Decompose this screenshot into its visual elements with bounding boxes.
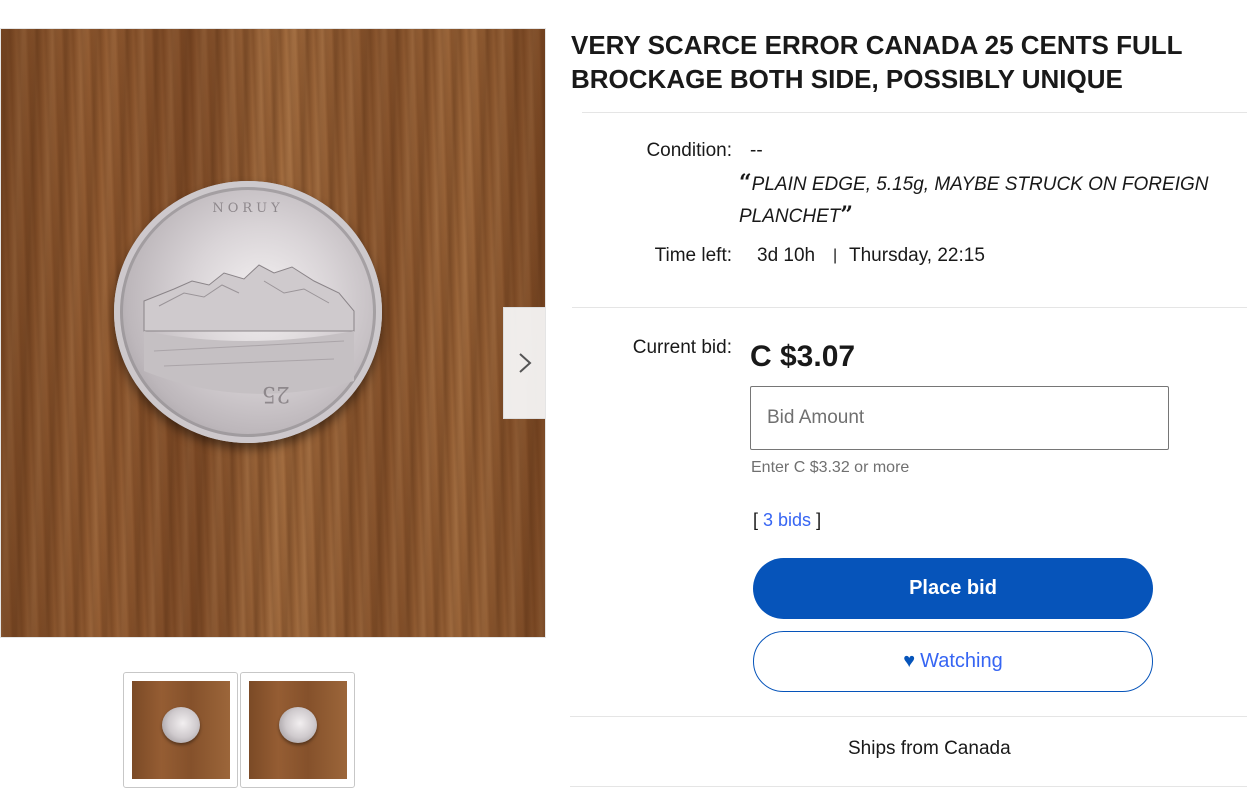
details-divider <box>572 307 1247 308</box>
watching-label: Watching <box>920 650 1003 672</box>
condition-label: Condition: <box>646 140 732 161</box>
condition-description: “PLAIN EDGE, 5.15g, MAYBE STRUCK ON FORE… <box>739 168 1239 232</box>
listing-title: VERY SCARCE ERROR CANADA 25 CENTS FULL B… <box>571 30 1183 94</box>
coin-denomination: 25 <box>262 381 290 406</box>
thumbnail-coin <box>278 707 317 743</box>
thumbnail-coin <box>161 707 200 743</box>
chevron-right-icon <box>519 353 532 373</box>
place-bid-button[interactable]: Place bid <box>753 558 1153 619</box>
current-bid-label: Current bid: <box>632 337 732 358</box>
coin-mountain-design <box>143 264 355 394</box>
coin-inscription: NORUY <box>212 201 284 216</box>
end-time: Thursday, 22:15 <box>849 245 985 266</box>
heart-icon: ♥ <box>903 650 916 672</box>
thumbnail-2[interactable] <box>240 672 355 788</box>
quote-close: ” <box>840 202 854 228</box>
next-image-button[interactable] <box>503 307 545 419</box>
thumbnail-1[interactable] <box>123 672 238 788</box>
time-left-label: Time left: <box>654 245 732 266</box>
condition-value: -- <box>750 140 763 161</box>
current-bid-value: C $3.07 <box>750 340 856 373</box>
shipping-divider <box>570 786 1247 787</box>
place-bid-label: Place bid <box>909 577 997 599</box>
bid-count: [ 3 bids ] <box>753 510 821 531</box>
bid-divider <box>570 716 1247 717</box>
thumbnail-image <box>248 681 347 779</box>
quote-open: “ <box>739 170 752 196</box>
time-left-value: 3d 10h <box>757 245 816 266</box>
main-product-image[interactable]: NORUY 25 <box>0 28 546 638</box>
ships-from: Ships from Canada <box>848 738 1011 759</box>
bids-bracket-close: ] <box>811 510 822 530</box>
bid-amount-input[interactable] <box>750 386 1169 450</box>
condition-description-text: PLAIN EDGE, 5.15g, MAYBE STRUCK ON FOREI… <box>739 174 1209 227</box>
title-divider <box>582 112 1247 113</box>
min-bid-hint: Enter C $3.32 or more <box>751 459 910 476</box>
thumbnail-strip <box>123 672 355 788</box>
bid-history-link[interactable]: 3 bids <box>763 510 811 530</box>
watching-button[interactable]: ♥ Watching <box>753 631 1153 692</box>
coin-image: NORUY 25 <box>114 181 382 443</box>
time-separator: | <box>833 247 838 264</box>
bids-bracket-open: [ <box>753 510 764 530</box>
thumbnail-image <box>131 681 230 779</box>
